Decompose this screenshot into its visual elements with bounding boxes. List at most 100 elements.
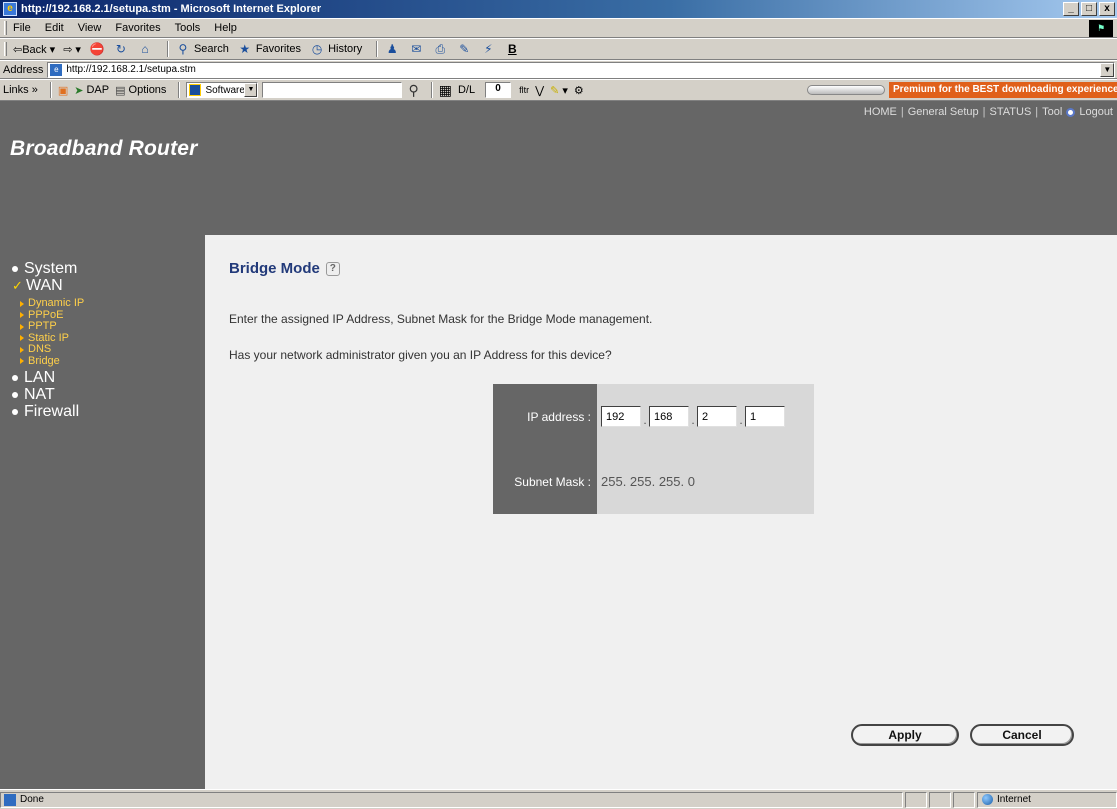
- history-button[interactable]: ◷ History: [309, 41, 362, 57]
- sidebar-item-firewall[interactable]: Firewall: [0, 403, 205, 420]
- home-button[interactable]: ⌂: [137, 41, 153, 57]
- close-button[interactable]: x: [1099, 2, 1115, 16]
- stop-button[interactable]: ⛔: [89, 41, 105, 57]
- page-icon: [4, 793, 16, 806]
- chevron-down-icon: ▾: [49, 43, 56, 56]
- globe-icon: [982, 794, 993, 805]
- menu-help[interactable]: Help: [214, 22, 237, 34]
- status-bar: Done Internet: [0, 789, 1117, 809]
- cancel-button[interactable]: Cancel: [970, 724, 1074, 746]
- search-go-button[interactable]: ⚲: [408, 82, 418, 99]
- checkmark-icon: ✓: [12, 278, 23, 293]
- menu-tools[interactable]: Tools: [175, 22, 201, 34]
- main-content: Bridge Mode ? Enter the assigned IP Addr…: [205, 235, 1117, 789]
- sidebar-subitem-dynamic-ip[interactable]: Dynamic IP: [20, 297, 205, 310]
- forward-arrow-icon: ⇨: [63, 43, 73, 56]
- sidebar-item-system[interactable]: System: [0, 260, 205, 277]
- nav-status-link[interactable]: STATUS: [990, 106, 1032, 118]
- ip-address-row: IP address : . . .: [493, 384, 814, 449]
- messenger-icon: ♟: [386, 42, 398, 56]
- mail-button[interactable]: ✉: [408, 41, 424, 57]
- edit-button[interactable]: ✎: [456, 41, 472, 57]
- nav-logout-link[interactable]: Logout: [1079, 106, 1113, 118]
- ip-octet-1-input[interactable]: [601, 406, 641, 427]
- status-text: Done: [20, 794, 44, 805]
- sidebar-subitem-label: DNS: [28, 343, 52, 355]
- tools-button[interactable]: ⚙: [574, 84, 584, 97]
- research-button[interactable]: B: [504, 41, 520, 57]
- grid-button[interactable]: ▦: [439, 82, 452, 99]
- highlighter-icon: ✎: [550, 84, 560, 97]
- menu-favorites[interactable]: Favorites: [115, 22, 160, 34]
- address-input[interactable]: e http://192.168.2.1/setupa.stm ▼: [47, 61, 1116, 78]
- progress-pill-icon: [807, 85, 885, 95]
- double-chevron-button[interactable]: ⋁: [535, 84, 544, 97]
- router-brand: Broadband Router: [10, 137, 198, 160]
- print-icon: ⎙: [435, 42, 446, 56]
- filter-button[interactable]: fltr: [519, 85, 529, 95]
- dap-button[interactable]: ➤ DAP: [74, 84, 109, 97]
- forward-button[interactable]: ⇨ ▾: [63, 43, 81, 56]
- subnet-mask-value: 255. 255. 255. 0: [597, 449, 814, 514]
- page-viewport: Broadband Router HOME | General Setup | …: [0, 101, 1117, 789]
- menu-edit[interactable]: Edit: [45, 22, 64, 34]
- dl-counter: 0: [485, 82, 512, 98]
- address-label: Address: [3, 63, 44, 76]
- wan-submenu: Dynamic IP PPPoE PPTP Static IP DNS Brid…: [0, 297, 205, 368]
- top-navigation: HOME | General Setup | STATUS | Tool Log…: [864, 106, 1113, 118]
- window-controls: _ □ x: [1063, 2, 1115, 16]
- sidebar-item-wan[interactable]: ✓ WAN: [0, 277, 205, 294]
- print-button[interactable]: ⎙: [432, 41, 448, 57]
- intro-text: Enter the assigned IP Address, Subnet Ma…: [229, 312, 653, 326]
- sidebar-item-lan[interactable]: LAN: [0, 369, 205, 386]
- dap-home-button[interactable]: ▣: [58, 84, 68, 97]
- subnet-mask-label: Subnet Mask :: [493, 449, 597, 514]
- menu-view[interactable]: View: [78, 22, 102, 34]
- apply-button[interactable]: Apply: [851, 724, 959, 746]
- search-icon: ⚲: [178, 42, 188, 56]
- sidebar-item-nat[interactable]: NAT: [0, 386, 205, 403]
- nav-home-link[interactable]: HOME: [864, 106, 897, 118]
- history-label: History: [328, 43, 363, 55]
- arrow-right-icon: [20, 300, 24, 307]
- help-icon[interactable]: ?: [325, 261, 340, 276]
- nav-tool-link[interactable]: Tool: [1042, 106, 1062, 118]
- refresh-button[interactable]: ↻: [113, 41, 129, 57]
- address-url: http://192.168.2.1/setupa.stm: [66, 64, 196, 75]
- menu-bar: File Edit View Favorites Tools Help ⚑: [0, 18, 1117, 38]
- chevron-down-icon[interactable]: ▼: [1100, 62, 1115, 77]
- premium-banner[interactable]: Premium for the BEST downloading experie…: [807, 82, 1117, 98]
- sidebar-subitem-dns[interactable]: DNS: [20, 343, 205, 356]
- options-button[interactable]: ▤ Options: [115, 84, 166, 97]
- zone-label: Internet: [997, 794, 1031, 805]
- router-header: Broadband Router HOME | General Setup | …: [0, 101, 1117, 235]
- home-icon: ⌂: [141, 42, 149, 56]
- software-dropdown[interactable]: Software ▼: [186, 82, 259, 98]
- magnifier-icon: ⚲: [408, 81, 419, 98]
- highlighter-button[interactable]: ✎ ▾: [550, 84, 568, 97]
- toolbar-grip[interactable]: [4, 42, 7, 56]
- toolbar-separator: [430, 82, 433, 98]
- sidebar-subitem-bridge[interactable]: Bridge: [20, 355, 205, 368]
- history-icon: ◷: [311, 42, 323, 56]
- refresh-icon: ↻: [115, 42, 126, 56]
- ip-settings-table: IP address : . . . Subnet Mask : 255. 25…: [493, 384, 814, 514]
- favorites-button[interactable]: ★ Favorites: [237, 41, 301, 57]
- maximize-button[interactable]: □: [1081, 2, 1097, 16]
- minimize-button[interactable]: _: [1063, 2, 1079, 16]
- sidebar-subitem-pptp[interactable]: PPTP: [20, 320, 205, 333]
- nav-general-setup-link[interactable]: General Setup: [908, 106, 979, 118]
- search-input[interactable]: [262, 82, 403, 98]
- links-label[interactable]: Links »: [3, 84, 38, 96]
- search-button[interactable]: ⚲ Search: [175, 41, 229, 57]
- menu-file[interactable]: File: [13, 22, 31, 34]
- toolbar-grip[interactable]: [4, 21, 7, 35]
- messenger-button[interactable]: ♟: [384, 41, 400, 57]
- ip-octet-2-input[interactable]: [649, 406, 689, 427]
- back-button[interactable]: ⇦Back ▾: [13, 43, 55, 56]
- ip-octet-3-input[interactable]: [697, 406, 737, 427]
- ip-octet-4-input[interactable]: [745, 406, 785, 427]
- filter-icon: fltr: [519, 85, 530, 95]
- discuss-button[interactable]: ⚡: [480, 41, 496, 57]
- sidebar-item-label: Firewall: [24, 403, 80, 420]
